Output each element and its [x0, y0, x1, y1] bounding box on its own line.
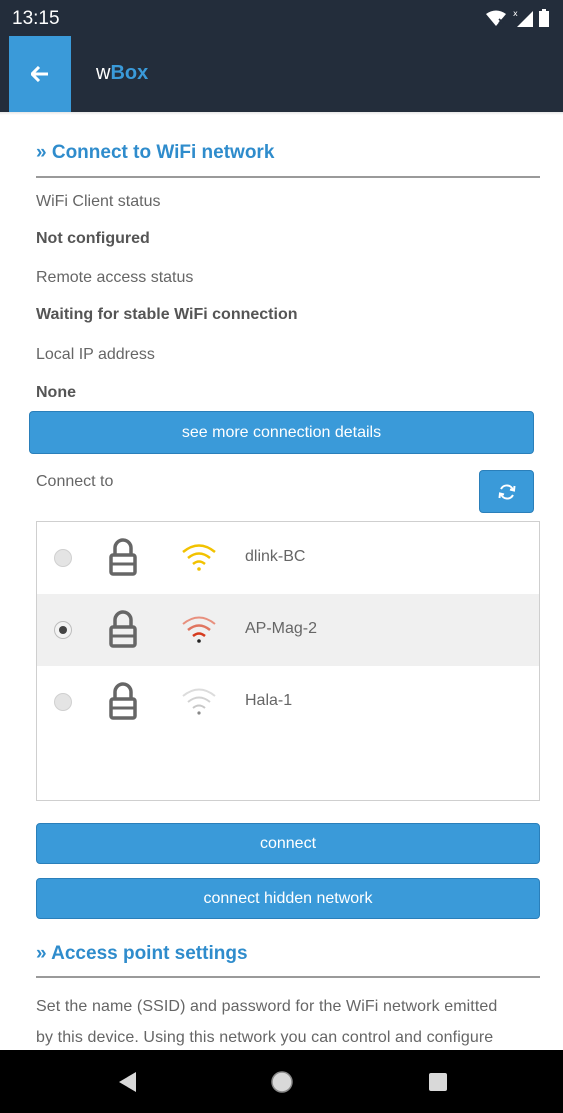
network-radio[interactable] — [54, 693, 72, 711]
back-button[interactable] — [9, 36, 71, 112]
app-bar: wBox — [0, 36, 563, 112]
wifi-section-title: » Connect to WiFi network — [36, 142, 275, 163]
app-bar-shadow — [0, 112, 563, 115]
lock-icon — [109, 610, 137, 648]
ap-section-divider — [36, 976, 540, 978]
battery-icon — [539, 9, 549, 27]
network-radio[interactable] — [54, 549, 72, 567]
cell-signal-icon: x — [513, 9, 533, 27]
nav-back-icon[interactable] — [119, 1072, 137, 1092]
network-row[interactable]: Hala-1 — [37, 666, 539, 738]
network-ssid: AP-Mag-2 — [245, 620, 318, 637]
nav-home-icon[interactable] — [270, 1070, 294, 1094]
network-list: dlink-BC AP-Mag-2 Hala-1 — [36, 521, 540, 801]
ip-value: None — [36, 384, 76, 401]
system-nav-bar — [0, 1050, 563, 1113]
wifi-signal-icon — [182, 688, 216, 715]
wifi-section-divider — [36, 176, 540, 178]
connect-to-label: Connect to — [36, 473, 114, 490]
network-ssid: dlink-BC — [245, 548, 306, 565]
network-row[interactable]: dlink-BC — [37, 522, 539, 594]
lock-icon — [109, 538, 137, 576]
ap-description-line1: Set the name (SSID) and password for the… — [36, 998, 498, 1015]
connect-hidden-network-button[interactable]: connect hidden network — [36, 878, 540, 919]
ap-section-title: » Access point settings — [36, 943, 248, 964]
wifi-signal-icon — [182, 544, 216, 571]
remote-status-label: Remote access status — [36, 269, 194, 286]
app-title-prefix: w — [96, 62, 111, 84]
lock-icon — [109, 682, 137, 720]
connect-button[interactable]: connect — [36, 823, 540, 864]
status-time: 13:15 — [12, 8, 60, 29]
nav-recents-icon[interactable] — [429, 1073, 447, 1091]
network-row[interactable]: AP-Mag-2 — [37, 594, 539, 666]
refresh-icon — [498, 483, 515, 500]
wifi-signal-icon — [182, 616, 216, 643]
app-title: wBox — [96, 62, 148, 85]
network-radio[interactable] — [54, 621, 72, 639]
arrow-left-icon — [31, 66, 48, 82]
svg-text:x: x — [513, 9, 518, 18]
status-icons: x — [485, 9, 549, 27]
network-ssid: Hala-1 — [245, 692, 293, 709]
connection-details-button[interactable]: see more connection details — [29, 411, 534, 454]
ip-label: Local IP address — [36, 346, 155, 363]
ap-description-line2: by this device. Using this network you c… — [36, 1029, 494, 1046]
client-status-value: Not configured — [36, 230, 150, 247]
refresh-button[interactable] — [479, 470, 534, 513]
app-title-accent: Box — [110, 62, 149, 84]
status-bar: 13:15 x — [0, 0, 563, 36]
client-status-label: WiFi Client status — [36, 193, 161, 210]
wifi-off-icon — [486, 10, 506, 26]
remote-status-value: Waiting for stable WiFi connection — [36, 306, 298, 323]
